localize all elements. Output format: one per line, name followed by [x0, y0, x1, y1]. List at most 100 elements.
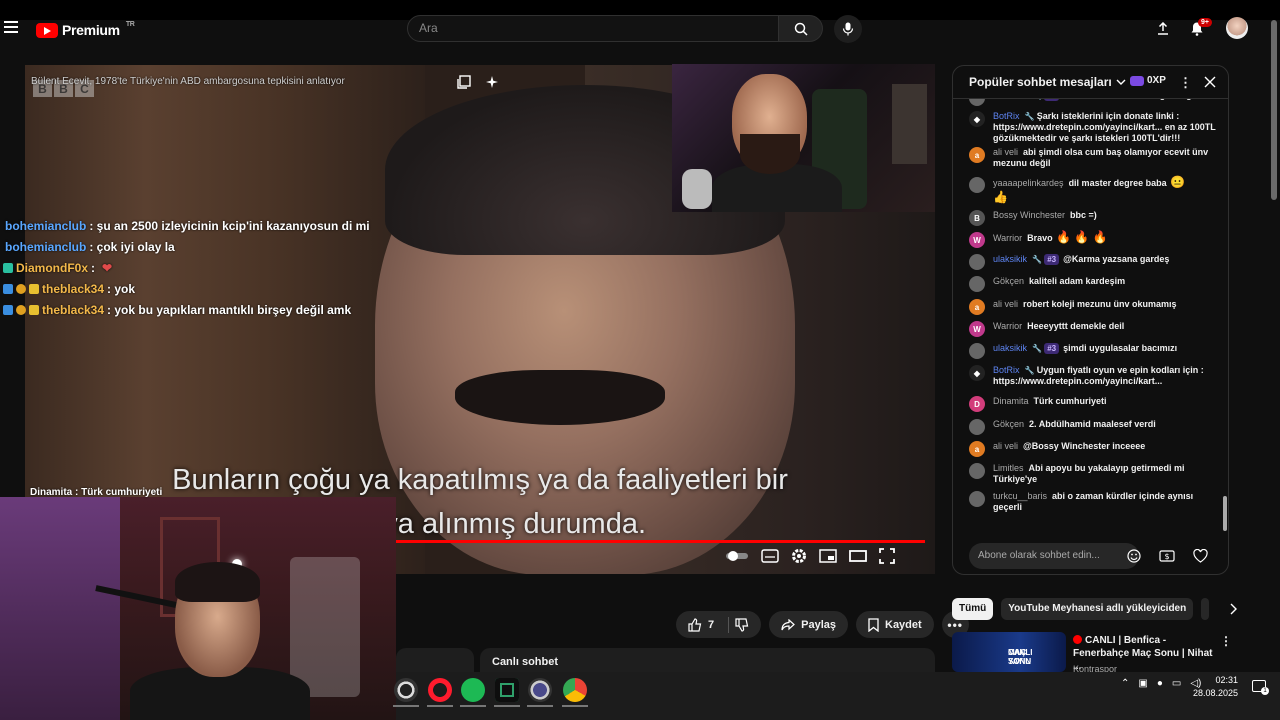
author-avatar[interactable]: W [969, 321, 985, 337]
chat-message[interactable]: a ali veli robert koleji mezunu ünv okumam… [969, 299, 1221, 315]
chat-scrollbar[interactable] [1223, 496, 1227, 531]
chat-author[interactable]: turkcu__baris [993, 491, 1047, 501]
autoplay-toggle-icon[interactable] [725, 550, 749, 562]
notification-center-icon[interactable]: 1 [1252, 680, 1269, 695]
bot-avatar[interactable]: ◆ [969, 365, 985, 381]
author-avatar[interactable] [969, 276, 985, 292]
author-avatar[interactable] [969, 177, 985, 193]
author-avatar[interactable]: B [969, 210, 985, 226]
chat-author[interactable]: Dinamita [993, 396, 1029, 406]
chat-message[interactable]: W Warrior Heeeyyttt demekle deil [969, 321, 1221, 337]
subtitles-icon[interactable] [761, 549, 779, 563]
playlist-icon[interactable] [457, 75, 471, 89]
chat-message[interactable]: ulaksikik 🔧 #3 @Karma yazsana gardeş [969, 254, 1221, 270]
chat-message[interactable]: Limitles Abi apoyu bu yakalayıp getirmedi… [969, 463, 1221, 485]
author-avatar[interactable]: a [969, 441, 985, 457]
progress-bar[interactable] [395, 540, 925, 543]
chat-message[interactable]: W Warrior Bravo 🔥 🔥 🔥 [969, 231, 1221, 248]
author-avatar[interactable] [969, 491, 985, 507]
author-avatar[interactable]: a [969, 147, 985, 163]
chat-message[interactable]: ◆ BotRix 🔧 Şarkı isteklerini için donate l… [969, 111, 1221, 144]
network-icon[interactable]: ▭ [1172, 678, 1181, 689]
chat-message[interactable]: yaaaapelinkardeş dil master degree baba 😐… [969, 176, 1221, 203]
chat-message[interactable]: ulaksikik 🔧 #3 şimdi uygulasalar bacımızı [969, 343, 1221, 359]
chat-author[interactable]: ali veli [993, 441, 1018, 451]
author-avatar[interactable] [969, 99, 985, 106]
author-avatar[interactable]: W [969, 232, 985, 248]
chat-message[interactable]: B Bossy Winchester bbc =) [969, 210, 1221, 226]
theater-mode-icon[interactable] [849, 550, 867, 562]
terminal-app-icon[interactable] [495, 678, 519, 702]
chat-message[interactable]: D Dinamita Türk cumhuriyeti [969, 396, 1221, 412]
spotify-app-icon[interactable] [461, 678, 485, 702]
author-avatar[interactable] [969, 463, 985, 479]
author-avatar[interactable] [969, 343, 985, 359]
more-vertical-icon[interactable]: ⋮ [1220, 634, 1232, 648]
like-button[interactable]: 7 [676, 611, 762, 638]
author-avatar[interactable]: D [969, 396, 985, 412]
chevron-right-icon[interactable] [1229, 603, 1238, 615]
recommended-video[interactable]: MAÇ SONU CANLI YAYIN CANLI | Benfica - Fen… [952, 632, 1268, 674]
chat-author[interactable]: Gökçen [993, 419, 1024, 429]
chat-message[interactable]: Gökçen kaliteli adam kardeşim [969, 276, 1221, 292]
chat-author[interactable]: Gökçen [993, 276, 1024, 286]
chat-message[interactable]: turkcu__baris abi o zaman kürdler içinde … [969, 491, 1221, 513]
chip-all[interactable]: Tümü [952, 598, 994, 620]
save-button[interactable]: Kaydet [856, 611, 934, 638]
app-icon[interactable] [528, 678, 552, 702]
taskbar-clock[interactable]: 02:31 28.08.2025 [1193, 674, 1238, 700]
author-avatar[interactable]: a [969, 299, 985, 315]
chip-uploader[interactable]: YouTube Meyhanesi adlı yükleyiciden [1001, 598, 1194, 620]
settings-gear-icon[interactable] [791, 548, 807, 564]
miniplayer-icon[interactable] [819, 549, 837, 563]
author-avatar[interactable] [969, 254, 985, 270]
chat-message[interactable]: ulaksikik 🔧 #3sıkıcı konular ben mla gire… [969, 99, 1221, 106]
chip-more[interactable] [1201, 598, 1210, 620]
close-icon[interactable] [1204, 76, 1216, 88]
chat-message-list[interactable]: ulaksikik🔧 #3sıkıcı konular ben mla gire… [953, 99, 1221, 535]
search-button[interactable] [779, 15, 823, 42]
chat-message[interactable]: a ali veli @Bossy Winchester inceeee [969, 441, 1221, 457]
obs-app-icon[interactable] [394, 678, 418, 702]
chat-author[interactable]: yaaaapelinkardeş [993, 178, 1064, 188]
chat-message[interactable]: Gökçen 2. Abdülhamid maalesef verdi [969, 419, 1221, 435]
voice-search-button[interactable] [834, 15, 862, 43]
chat-author[interactable]: ulaksikik [993, 254, 1027, 264]
chat-author[interactable]: BotRix [993, 111, 1020, 121]
chat-author[interactable]: Warrior [993, 321, 1022, 331]
thumbs-down-icon[interactable] [735, 617, 749, 632]
chat-author[interactable]: ulaksikik [993, 343, 1027, 353]
search-input[interactable]: Ara [407, 15, 779, 42]
xp-badge[interactable]: 0XP [1130, 75, 1166, 86]
chat-message[interactable]: ◆ BotRix 🔧 Uygun fiyatlı oyun ve epin kodl… [969, 365, 1221, 387]
sparkle-icon[interactable] [485, 75, 499, 89]
microphone-icon[interactable]: ● [1157, 678, 1163, 689]
author-avatar[interactable] [969, 419, 985, 435]
device-icon[interactable]: ▣ [1138, 678, 1147, 689]
share-button[interactable]: Paylaş [769, 611, 848, 638]
youtube-logo[interactable]: Premium TR [36, 21, 135, 38]
heart-button[interactable] [1188, 544, 1212, 568]
chat-author[interactable]: Bossy Winchester [993, 210, 1065, 220]
menu-icon[interactable] [4, 21, 18, 33]
chat-author[interactable]: ali veli [993, 147, 1018, 157]
chat-message[interactable]: a ali veli abi şimdi olsa cum baş olamıyor… [969, 147, 1221, 169]
chat-author[interactable]: Warrior [993, 233, 1022, 243]
description-panel[interactable] [396, 648, 474, 672]
video-title-overlay[interactable]: Bülent Ecevit, 1978'te Türkiye'nin ABD a… [31, 76, 345, 87]
opera-app-icon[interactable] [428, 678, 452, 702]
live-chat-title[interactable]: Popüler sohbet mesajları [969, 75, 1112, 89]
live-chat-section-header[interactable]: Canlı sohbet [480, 648, 935, 672]
chat-author[interactable]: ulaksikik [993, 99, 1027, 100]
chat-input[interactable]: Abone olarak sohbet edin... [969, 543, 1139, 569]
chevron-down-icon[interactable] [1116, 78, 1126, 86]
upload-button[interactable] [1152, 17, 1174, 39]
account-avatar[interactable] [1226, 17, 1248, 39]
chrome-app-icon[interactable] [563, 678, 587, 702]
super-chat-button[interactable]: $ [1155, 544, 1179, 568]
emoji-button[interactable] [1122, 544, 1146, 568]
page-scrollbar[interactable] [1268, 20, 1280, 670]
bot-avatar[interactable]: ◆ [969, 111, 985, 127]
chat-author[interactable]: ali veli [993, 299, 1018, 309]
chevron-up-icon[interactable]: ⌃ [1121, 678, 1129, 689]
